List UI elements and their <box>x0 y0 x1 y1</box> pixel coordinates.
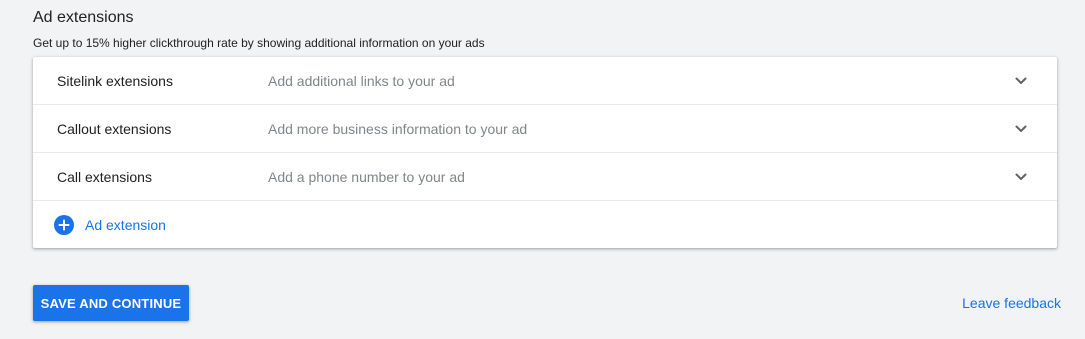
section-subtitle: Get up to 15% higher clickthrough rate b… <box>33 36 485 50</box>
extensions-card: Sitelink extensions Add additional links… <box>33 57 1057 248</box>
chevron-down-icon[interactable] <box>1013 169 1029 185</box>
extension-row-sitelink[interactable]: Sitelink extensions Add additional links… <box>33 57 1057 105</box>
add-extension-label: Ad extension <box>85 217 166 233</box>
add-circle-icon <box>54 215 74 235</box>
extension-name: Sitelink extensions <box>57 73 173 89</box>
extension-description: Add more business information to your ad <box>268 121 528 137</box>
extension-row-callout[interactable]: Callout extensions Add more business inf… <box>33 105 1057 153</box>
leave-feedback-link[interactable]: Leave feedback <box>962 294 1061 312</box>
save-and-continue-button[interactable]: SAVE AND CONTINUE <box>33 285 189 321</box>
extension-description: Add a phone number to your ad <box>268 169 465 185</box>
extension-name: Call extensions <box>57 169 152 185</box>
chevron-down-icon[interactable] <box>1013 73 1029 89</box>
section-title: Ad extensions <box>33 9 134 26</box>
extension-name: Callout extensions <box>57 121 172 137</box>
add-extension-button[interactable]: Ad extension <box>54 214 166 236</box>
chevron-down-icon[interactable] <box>1013 121 1029 137</box>
extension-description: Add additional links to your ad <box>268 73 455 89</box>
extension-row-call[interactable]: Call extensions Add a phone number to yo… <box>33 153 1057 201</box>
add-extension-row: Ad extension <box>33 201 1057 248</box>
